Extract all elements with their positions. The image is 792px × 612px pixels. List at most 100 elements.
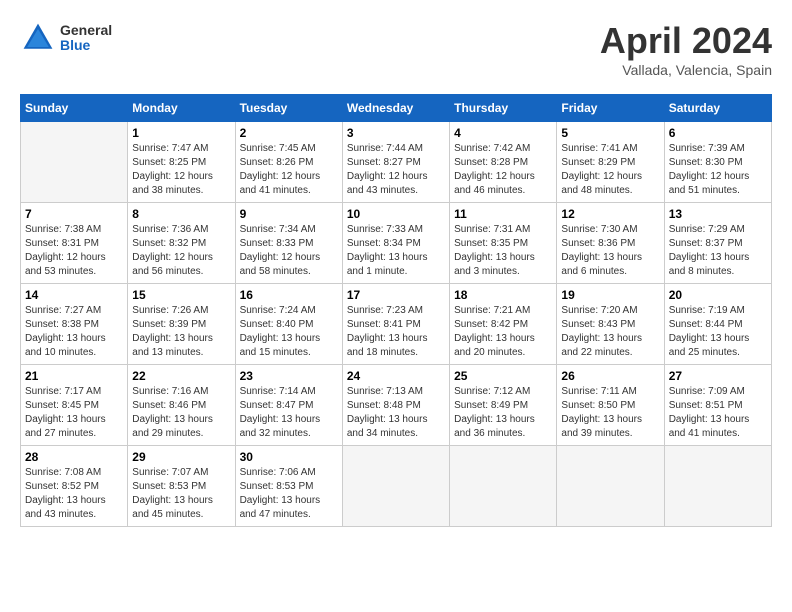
calendar-cell: 23 Sunrise: 7:14 AM Sunset: 8:47 PM Dayl… [235,365,342,446]
calendar-week-row: 1 Sunrise: 7:47 AM Sunset: 8:25 PM Dayli… [21,122,772,203]
day-info: Sunrise: 7:34 AM Sunset: 8:33 PM Dayligh… [240,223,338,279]
calendar-cell: 25 Sunrise: 7:12 AM Sunset: 8:49 PM Dayl… [450,365,557,446]
day-number: 24 [347,369,445,383]
day-number: 16 [240,288,338,302]
day-info: Sunrise: 7:24 AM Sunset: 8:40 PM Dayligh… [240,304,338,360]
day-number: 7 [25,207,123,221]
day-number: 26 [561,369,659,383]
calendar-cell: 20 Sunrise: 7:19 AM Sunset: 8:44 PM Dayl… [664,284,771,365]
calendar-cell: 14 Sunrise: 7:27 AM Sunset: 8:38 PM Dayl… [21,284,128,365]
calendar-cell [557,446,664,527]
calendar-cell [450,446,557,527]
calendar-cell: 2 Sunrise: 7:45 AM Sunset: 8:26 PM Dayli… [235,122,342,203]
day-info: Sunrise: 7:45 AM Sunset: 8:26 PM Dayligh… [240,142,338,198]
calendar-cell: 7 Sunrise: 7:38 AM Sunset: 8:31 PM Dayli… [21,203,128,284]
day-number: 19 [561,288,659,302]
day-number: 22 [132,369,230,383]
calendar-week-row: 7 Sunrise: 7:38 AM Sunset: 8:31 PM Dayli… [21,203,772,284]
title-block: April 2024 Vallada, Valencia, Spain [600,20,772,78]
calendar-cell: 27 Sunrise: 7:09 AM Sunset: 8:51 PM Dayl… [664,365,771,446]
day-info: Sunrise: 7:29 AM Sunset: 8:37 PM Dayligh… [669,223,767,279]
day-number: 28 [25,450,123,464]
day-number: 8 [132,207,230,221]
day-info: Sunrise: 7:36 AM Sunset: 8:32 PM Dayligh… [132,223,230,279]
calendar-cell: 8 Sunrise: 7:36 AM Sunset: 8:32 PM Dayli… [128,203,235,284]
day-info: Sunrise: 7:31 AM Sunset: 8:35 PM Dayligh… [454,223,552,279]
weekday-header: Saturday [664,95,771,122]
calendar-table: SundayMondayTuesdayWednesdayThursdayFrid… [20,94,772,527]
day-number: 23 [240,369,338,383]
calendar-cell: 12 Sunrise: 7:30 AM Sunset: 8:36 PM Dayl… [557,203,664,284]
day-info: Sunrise: 7:07 AM Sunset: 8:53 PM Dayligh… [132,466,230,522]
page-header: General Blue April 2024 Vallada, Valenci… [20,20,772,78]
day-info: Sunrise: 7:20 AM Sunset: 8:43 PM Dayligh… [561,304,659,360]
day-info: Sunrise: 7:17 AM Sunset: 8:45 PM Dayligh… [25,385,123,441]
calendar-cell: 11 Sunrise: 7:31 AM Sunset: 8:35 PM Dayl… [450,203,557,284]
month-title: April 2024 [600,20,772,62]
day-number: 9 [240,207,338,221]
day-number: 14 [25,288,123,302]
day-number: 1 [132,126,230,140]
calendar-cell: 16 Sunrise: 7:24 AM Sunset: 8:40 PM Dayl… [235,284,342,365]
calendar-cell: 29 Sunrise: 7:07 AM Sunset: 8:53 PM Dayl… [128,446,235,527]
weekday-header: Friday [557,95,664,122]
calendar-cell: 30 Sunrise: 7:06 AM Sunset: 8:53 PM Dayl… [235,446,342,527]
day-number: 20 [669,288,767,302]
weekday-header: Sunday [21,95,128,122]
calendar-cell: 24 Sunrise: 7:13 AM Sunset: 8:48 PM Dayl… [342,365,449,446]
day-info: Sunrise: 7:30 AM Sunset: 8:36 PM Dayligh… [561,223,659,279]
day-number: 17 [347,288,445,302]
day-number: 25 [454,369,552,383]
day-number: 13 [669,207,767,221]
day-number: 21 [25,369,123,383]
day-number: 27 [669,369,767,383]
calendar-cell [21,122,128,203]
calendar-week-row: 21 Sunrise: 7:17 AM Sunset: 8:45 PM Dayl… [21,365,772,446]
day-info: Sunrise: 7:16 AM Sunset: 8:46 PM Dayligh… [132,385,230,441]
day-info: Sunrise: 7:19 AM Sunset: 8:44 PM Dayligh… [669,304,767,360]
day-info: Sunrise: 7:14 AM Sunset: 8:47 PM Dayligh… [240,385,338,441]
calendar-cell: 3 Sunrise: 7:44 AM Sunset: 8:27 PM Dayli… [342,122,449,203]
day-info: Sunrise: 7:42 AM Sunset: 8:28 PM Dayligh… [454,142,552,198]
logo-blue: Blue [60,38,112,53]
calendar-cell: 15 Sunrise: 7:26 AM Sunset: 8:39 PM Dayl… [128,284,235,365]
day-info: Sunrise: 7:13 AM Sunset: 8:48 PM Dayligh… [347,385,445,441]
day-number: 18 [454,288,552,302]
day-number: 11 [454,207,552,221]
logo-icon [20,20,56,56]
day-number: 10 [347,207,445,221]
calendar-week-row: 14 Sunrise: 7:27 AM Sunset: 8:38 PM Dayl… [21,284,772,365]
calendar-cell: 4 Sunrise: 7:42 AM Sunset: 8:28 PM Dayli… [450,122,557,203]
calendar-cell: 28 Sunrise: 7:08 AM Sunset: 8:52 PM Dayl… [21,446,128,527]
calendar-cell: 19 Sunrise: 7:20 AM Sunset: 8:43 PM Dayl… [557,284,664,365]
day-info: Sunrise: 7:39 AM Sunset: 8:30 PM Dayligh… [669,142,767,198]
day-info: Sunrise: 7:33 AM Sunset: 8:34 PM Dayligh… [347,223,445,279]
weekday-header: Monday [128,95,235,122]
day-info: Sunrise: 7:09 AM Sunset: 8:51 PM Dayligh… [669,385,767,441]
day-info: Sunrise: 7:06 AM Sunset: 8:53 PM Dayligh… [240,466,338,522]
weekday-header: Thursday [450,95,557,122]
day-number: 6 [669,126,767,140]
weekday-header: Tuesday [235,95,342,122]
calendar-cell: 18 Sunrise: 7:21 AM Sunset: 8:42 PM Dayl… [450,284,557,365]
calendar-cell [664,446,771,527]
calendar-cell: 10 Sunrise: 7:33 AM Sunset: 8:34 PM Dayl… [342,203,449,284]
day-number: 29 [132,450,230,464]
calendar-cell: 5 Sunrise: 7:41 AM Sunset: 8:29 PM Dayli… [557,122,664,203]
weekday-header-row: SundayMondayTuesdayWednesdayThursdayFrid… [21,95,772,122]
logo-text: General Blue [60,23,112,54]
calendar-cell [342,446,449,527]
calendar-week-row: 28 Sunrise: 7:08 AM Sunset: 8:52 PM Dayl… [21,446,772,527]
day-info: Sunrise: 7:12 AM Sunset: 8:49 PM Dayligh… [454,385,552,441]
day-info: Sunrise: 7:47 AM Sunset: 8:25 PM Dayligh… [132,142,230,198]
day-number: 30 [240,450,338,464]
calendar-cell: 6 Sunrise: 7:39 AM Sunset: 8:30 PM Dayli… [664,122,771,203]
day-number: 15 [132,288,230,302]
calendar-cell: 22 Sunrise: 7:16 AM Sunset: 8:46 PM Dayl… [128,365,235,446]
day-info: Sunrise: 7:44 AM Sunset: 8:27 PM Dayligh… [347,142,445,198]
day-info: Sunrise: 7:38 AM Sunset: 8:31 PM Dayligh… [25,223,123,279]
weekday-header: Wednesday [342,95,449,122]
day-number: 5 [561,126,659,140]
day-info: Sunrise: 7:11 AM Sunset: 8:50 PM Dayligh… [561,385,659,441]
calendar-cell: 26 Sunrise: 7:11 AM Sunset: 8:50 PM Dayl… [557,365,664,446]
